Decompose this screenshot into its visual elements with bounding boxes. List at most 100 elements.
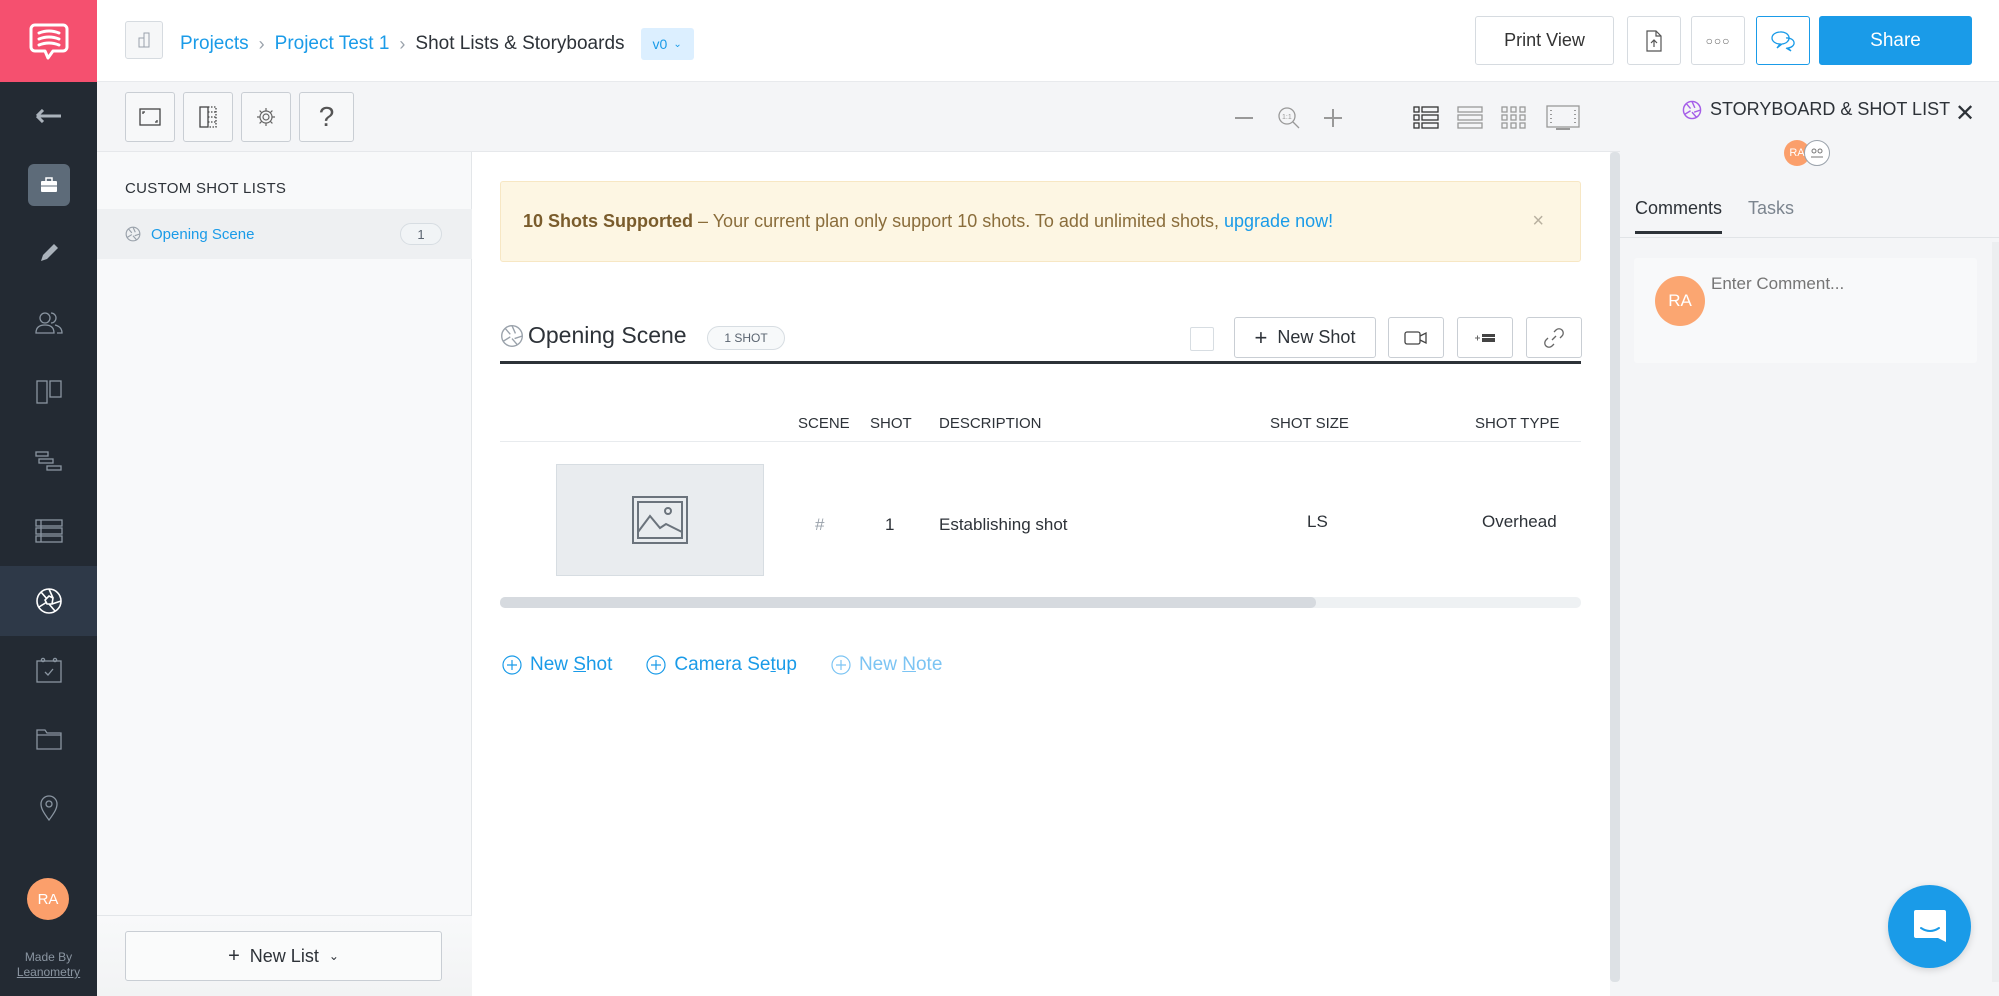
new-list-button[interactable]: + New List ⌄ [125, 931, 442, 981]
add-camera-setup-label: Camera Setup [674, 654, 797, 675]
insert-row-icon [1475, 333, 1495, 342]
list-item-opening-scene[interactable]: Opening Scene 1 [97, 209, 472, 259]
sidebar-item-back[interactable] [0, 82, 97, 150]
close-panel-button[interactable]: ✕ [1955, 99, 1975, 128]
more-options-button[interactable]: ○○○ [1691, 16, 1745, 65]
column-shot-size[interactable]: SHOT SIZE [1270, 415, 1349, 432]
panel-scrollbar[interactable] [1992, 242, 1999, 982]
cell-shot[interactable]: 1 [885, 515, 894, 535]
column-scene[interactable]: SCENE [798, 415, 850, 432]
share-button[interactable]: Share [1819, 16, 1972, 65]
project-home-button[interactable] [125, 21, 163, 59]
breadcrumb-current: Shot Lists & Storyboards [415, 33, 625, 54]
sidebar-item-files[interactable] [0, 705, 97, 773]
fullscreen-icon [139, 108, 161, 126]
plus-icon: + [228, 944, 240, 967]
zoom-reset-button[interactable]: 1:1 [1273, 102, 1305, 134]
column-shot[interactable]: SHOT [870, 415, 912, 432]
insert-row-button[interactable] [1457, 317, 1513, 358]
scene-title[interactable]: Opening Scene [528, 322, 687, 349]
fullscreen-button[interactable] [125, 92, 175, 142]
upgrade-banner: 10 Shots Supported – Your current plan o… [500, 181, 1581, 262]
leanometry-link[interactable]: Leanometry [17, 965, 80, 979]
svg-text:1:1: 1:1 [1282, 114, 1292, 121]
view-list-thumbs-button[interactable] [1410, 102, 1442, 134]
aperture-icon [125, 226, 141, 242]
sidebar-item-schedule[interactable] [0, 428, 97, 496]
made-by-label: Made By [24, 950, 73, 964]
add-camera-setup-link[interactable]: Camera Setup [646, 654, 797, 676]
storyboard-thumbnail[interactable] [556, 464, 764, 576]
tab-comments[interactable]: Comments [1635, 198, 1723, 234]
user-avatar[interactable]: RA [27, 878, 69, 920]
add-actions: New Shot Camera Setup New Note [502, 654, 942, 676]
export-button[interactable] [1627, 16, 1681, 65]
close-icon[interactable]: × [1532, 210, 1544, 233]
chat-bubbles-icon [1771, 30, 1795, 52]
aperture-icon [1682, 100, 1702, 119]
sidebar-item-calendar[interactable] [0, 636, 97, 704]
add-new-note-link[interactable]: New Note [831, 654, 942, 676]
comments-toggle-button[interactable] [1756, 16, 1810, 65]
help-button[interactable]: ? [299, 92, 354, 142]
settings-button[interactable] [241, 92, 291, 142]
split-view-button[interactable] [183, 92, 233, 142]
vertical-scrollbar[interactable] [1610, 152, 1620, 982]
version-dropdown[interactable]: v0 ⌄ [640, 28, 694, 60]
camera-setup-button[interactable] [1388, 317, 1444, 358]
horizontal-scrollbar[interactable] [500, 597, 1581, 608]
sidebar-item-breakdown[interactable] [0, 497, 97, 565]
zoom-in-button[interactable] [1317, 102, 1349, 134]
view-list-button[interactable] [1454, 102, 1486, 134]
cell-scene[interactable]: # [815, 515, 824, 535]
sidebar-item-contacts[interactable] [0, 289, 97, 357]
breadcrumb-project[interactable]: Project Test 1 [275, 33, 390, 55]
view-filmstrip-button[interactable] [1545, 102, 1581, 134]
more-dots-icon: ○○○ [1705, 33, 1731, 48]
plus-circle-icon [831, 655, 851, 675]
banner-text: – Your current plan only support 10 shot… [693, 211, 1225, 231]
minus-icon [1235, 117, 1253, 119]
manage-collaborators-button[interactable] [1804, 140, 1830, 166]
app-logo[interactable] [0, 0, 97, 82]
sidebar: RA Made By Leanometry [0, 0, 97, 996]
breadcrumb-projects[interactable]: Projects [180, 33, 249, 55]
zoom-1to1-icon: 1:1 [1278, 107, 1300, 129]
briefcase-icon [40, 177, 57, 192]
add-new-shot-link[interactable]: New Shot [502, 654, 612, 676]
share-link-button[interactable] [1526, 317, 1582, 358]
scrollbar-thumb[interactable] [500, 597, 1316, 608]
version-label: v0 [652, 36, 668, 52]
split-view-icon [199, 106, 217, 128]
sidebar-item-board[interactable] [0, 358, 97, 426]
column-description[interactable]: DESCRIPTION [939, 415, 1042, 432]
main-content: 10 Shots Supported – Your current plan o… [472, 152, 1610, 996]
chevron-right-icon: › [258, 33, 265, 54]
print-view-button[interactable]: Print View [1475, 16, 1614, 65]
zoom-out-button[interactable] [1228, 102, 1260, 134]
cell-shot-type[interactable]: Overhead [1482, 512, 1557, 532]
panel-title-text: STORYBOARD & SHOT LIST [1710, 99, 1951, 119]
table-row[interactable]: # 1 Establishing shot LS Overhead [500, 442, 1581, 582]
column-shot-type[interactable]: SHOT TYPE [1475, 415, 1559, 432]
cell-description[interactable]: Establishing shot [939, 515, 1068, 535]
file-upload-icon [1646, 29, 1662, 52]
breadcrumb: Projects › Project Test 1 › Shot Lists &… [180, 28, 694, 60]
sidebar-item-projects[interactable] [0, 151, 97, 219]
cell-shot-size[interactable]: LS [1307, 512, 1328, 532]
chat-smile-icon [1913, 909, 1946, 942]
support-chat-button[interactable] [1888, 885, 1971, 968]
sidebar-item-script[interactable] [0, 219, 97, 287]
upgrade-link[interactable]: upgrade now! [1224, 211, 1333, 231]
select-all-checkbox[interactable] [1190, 327, 1214, 351]
sidebar-item-shot-lists[interactable] [0, 566, 97, 636]
plus-circle-icon [502, 655, 522, 675]
comment-input[interactable] [1711, 274, 1961, 294]
list-thumbs-icon [1413, 106, 1439, 129]
sidebar-item-locations[interactable] [0, 774, 97, 842]
tab-tasks[interactable]: Tasks [1748, 198, 1794, 231]
aperture-icon [501, 325, 523, 347]
video-camera-icon [1404, 330, 1427, 345]
view-grid-button[interactable] [1498, 102, 1530, 134]
new-shot-button[interactable]: + New Shot [1234, 317, 1376, 358]
